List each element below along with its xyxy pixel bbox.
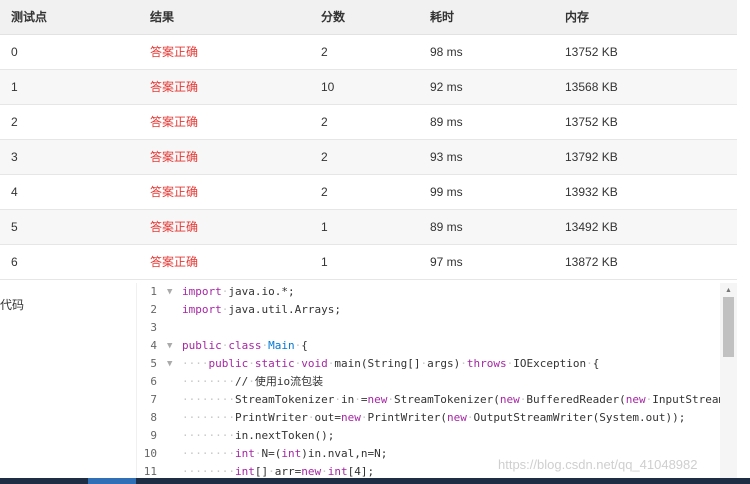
time: 98 ms	[430, 45, 463, 59]
header-time: 耗时	[430, 10, 455, 24]
taskbar	[0, 478, 750, 484]
line-number: 10	[143, 447, 157, 460]
verdict-text: 答案正确	[150, 45, 199, 59]
memory: 13872 KB	[565, 255, 618, 269]
time: 89 ms	[430, 220, 463, 234]
table-header: 测试点 结果 分数 耗时 内存	[0, 0, 737, 35]
case-id: 0	[11, 45, 18, 59]
code-text: ········//·使用io流包装	[182, 375, 324, 388]
verdict-text: 答案正确	[150, 185, 199, 199]
editor-scrollbar[interactable]: ▲	[720, 283, 737, 484]
memory: 13752 KB	[565, 115, 618, 129]
line-number: 4	[150, 339, 157, 352]
header-score: 分数	[321, 10, 346, 24]
verdict-text: 答案正确	[150, 255, 199, 269]
code-text: ····public·static·void·main(String[]·arg…	[182, 357, 600, 370]
code-line: 1 ▼ import·java.io.*;	[137, 283, 738, 301]
score: 2	[321, 115, 328, 129]
scroll-up-arrow-icon[interactable]: ▲	[720, 285, 737, 297]
case-id: 5	[11, 220, 18, 234]
line-number: 2	[150, 303, 157, 316]
line-number: 9	[150, 429, 157, 442]
case-id: 2	[11, 115, 18, 129]
table-row: 6 答案正确 1 97 ms 13872 KB	[0, 245, 737, 280]
fold-arrow-icon[interactable]: ▼	[167, 355, 172, 373]
code-line: 8 ········PrintWriter·out=new·PrintWriter…	[137, 409, 738, 427]
code-section-label: 代码	[0, 298, 25, 312]
line-number: 7	[150, 393, 157, 406]
verdict-text: 答案正确	[150, 220, 199, 234]
memory: 13568 KB	[565, 80, 618, 94]
code-line: 2 import·java.util.Arrays;	[137, 301, 738, 319]
header-memory: 内存	[565, 10, 590, 24]
verdict-text: 答案正确	[150, 115, 199, 129]
score: 1	[321, 220, 328, 234]
watermark-text: https://blog.csdn.net/qq_41048982	[498, 457, 698, 472]
table-row: 3 答案正确 2 93 ms 13792 KB	[0, 140, 737, 175]
table-row: 2 答案正确 2 89 ms 13752 KB	[0, 105, 737, 140]
score: 2	[321, 45, 328, 59]
header-result: 结果	[150, 10, 175, 24]
code-line: 7 ········StreamTokenizer·in·=new·StreamT…	[137, 391, 738, 409]
verdict-text: 答案正确	[150, 80, 199, 94]
line-number: 8	[150, 411, 157, 424]
verdict-text: 答案正确	[150, 150, 199, 164]
line-number: 3	[150, 321, 157, 334]
taskbar-active-item[interactable]	[88, 478, 136, 484]
code-text: import·java.util.Arrays;	[182, 303, 341, 316]
line-number: 5	[150, 357, 157, 370]
memory: 13792 KB	[565, 150, 618, 164]
time: 97 ms	[430, 255, 463, 269]
line-number: 6	[150, 375, 157, 388]
score: 1	[321, 255, 328, 269]
score: 2	[321, 150, 328, 164]
scrollbar-thumb[interactable]	[723, 297, 734, 357]
code-line: 4 ▼ public·class·Main·{	[137, 337, 738, 355]
time: 92 ms	[430, 80, 463, 94]
table-row: 4 答案正确 2 99 ms 13932 KB	[0, 175, 737, 210]
results-table: 测试点 结果 分数 耗时 内存 0 答案正确 2 98 ms 13752 KB …	[0, 0, 737, 280]
time: 89 ms	[430, 115, 463, 129]
code-text: import·java.io.*;	[182, 285, 295, 298]
case-id: 6	[11, 255, 18, 269]
case-id: 4	[11, 185, 18, 199]
table-row: 1 答案正确 10 92 ms 13568 KB	[0, 70, 737, 105]
memory: 13932 KB	[565, 185, 618, 199]
code-text: ········StreamTokenizer·in·=new·StreamTo…	[182, 393, 726, 406]
case-id: 3	[11, 150, 18, 164]
memory: 13752 KB	[565, 45, 618, 59]
fold-arrow-icon[interactable]: ▼	[167, 337, 172, 355]
code-line: 9 ········in.nextToken();	[137, 427, 738, 445]
line-number: 1	[150, 285, 157, 298]
code-text: public·class·Main·{	[182, 339, 308, 352]
score: 10	[321, 80, 335, 94]
table-row: 5 答案正确 1 89 ms 13492 KB	[0, 210, 737, 245]
memory: 13492 KB	[565, 220, 618, 234]
time: 93 ms	[430, 150, 463, 164]
code-editor[interactable]: 1 ▼ import·java.io.*; 2 import·java.util.Ar…	[136, 283, 738, 484]
code-line: 6 ········//·使用io流包装	[137, 373, 738, 391]
code-text: ········in.nextToken();	[182, 429, 335, 442]
time: 99 ms	[430, 185, 463, 199]
fold-arrow-icon[interactable]: ▼	[167, 283, 172, 301]
score: 2	[321, 185, 328, 199]
code-text: ········int·N=(int)in.nval,n=N;	[182, 447, 388, 460]
header-case: 测试点	[11, 10, 48, 24]
code-line: 5 ▼ ····public·static·void·main(String[]·a…	[137, 355, 738, 373]
code-text: ········PrintWriter·out=new·PrintWriter(…	[182, 411, 686, 424]
code-line: 3	[137, 319, 738, 337]
case-id: 1	[11, 80, 18, 94]
table-row: 0 答案正确 2 98 ms 13752 KB	[0, 35, 737, 70]
